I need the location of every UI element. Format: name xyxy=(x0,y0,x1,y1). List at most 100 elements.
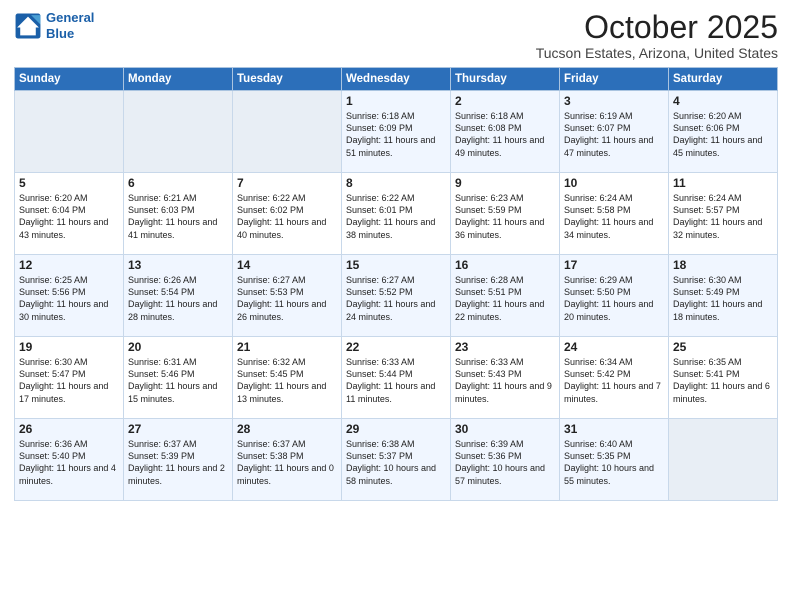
calendar-cell xyxy=(124,91,233,173)
calendar-cell: 29 Sunrise: 6:38 AM Sunset: 5:37 PM Dayli… xyxy=(342,419,451,501)
cell-info: Sunrise: 6:32 AM Sunset: 5:45 PM Dayligh… xyxy=(237,356,337,405)
calendar-cell: 18Sunrise: 6:30 AM Sunset: 5:49 PM Dayli… xyxy=(669,255,778,337)
cell-info: Sunrise: 6:30 AM Sunset: 5:47 PM Dayligh… xyxy=(19,356,119,405)
day-number: 5 xyxy=(19,176,119,190)
cell-info: Sunrise: 6:20 AM Sunset: 6:04 PM Dayligh… xyxy=(19,192,119,241)
day-number: 20 xyxy=(128,340,228,354)
day-number: 17 xyxy=(564,258,664,272)
calendar-cell: 2Sunrise: 6:18 AM Sunset: 6:08 PM Daylig… xyxy=(451,91,560,173)
day-number: 19 xyxy=(19,340,119,354)
cell-info: Sunrise: 6:31 AM Sunset: 5:46 PM Dayligh… xyxy=(128,356,228,405)
logo: General Blue xyxy=(14,10,94,41)
day-number: 15 xyxy=(346,258,446,272)
month-title: October 2025 xyxy=(536,10,778,45)
day-number: 4 xyxy=(673,94,773,108)
cell-info: Sunrise: 6:22 AM Sunset: 6:02 PM Dayligh… xyxy=(237,192,337,241)
day-number: 16 xyxy=(455,258,555,272)
calendar-cell: 6Sunrise: 6:21 AM Sunset: 6:03 PM Daylig… xyxy=(124,173,233,255)
weekday-header-friday: Friday xyxy=(560,68,669,91)
week-row-1: 1 Sunrise: 6:18 AM Sunset: 6:09 PM Daylig… xyxy=(15,91,778,173)
logo-text-block: General Blue xyxy=(46,10,94,41)
calendar-cell: 20 Sunrise: 6:31 AM Sunset: 5:46 PM Dayli… xyxy=(124,337,233,419)
day-number: 9 xyxy=(455,176,555,190)
calendar-cell: 15 Sunrise: 6:27 AM Sunset: 5:52 PM Dayli… xyxy=(342,255,451,337)
calendar-container: General Blue October 2025 Tucson Estates… xyxy=(0,0,792,509)
calendar-cell: 3Sunrise: 6:19 AM Sunset: 6:07 PM Daylig… xyxy=(560,91,669,173)
calendar-cell: 31 Sunrise: 6:40 AM Sunset: 5:35 PM Dayli… xyxy=(560,419,669,501)
calendar-table: SundayMondayTuesdayWednesdayThursdayFrid… xyxy=(14,67,778,501)
calendar-cell: 25Sunrise: 6:35 AM Sunset: 5:41 PM Dayli… xyxy=(669,337,778,419)
weekday-header-thursday: Thursday xyxy=(451,68,560,91)
day-number: 3 xyxy=(564,94,664,108)
cell-info: Sunrise: 6:23 AM Sunset: 5:59 PM Dayligh… xyxy=(455,192,555,241)
cell-info: Sunrise: 6:30 AM Sunset: 5:49 PM Dayligh… xyxy=(673,274,773,323)
calendar-cell: 23 Sunrise: 6:33 AM Sunset: 5:43 PM Dayli… xyxy=(451,337,560,419)
day-number: 13 xyxy=(128,258,228,272)
day-number: 14 xyxy=(237,258,337,272)
cell-info: Sunrise: 6:22 AM Sunset: 6:01 PM Dayligh… xyxy=(346,192,446,241)
cell-info: Sunrise: 6:20 AM Sunset: 6:06 PM Dayligh… xyxy=(673,110,773,159)
weekday-header-sunday: Sunday xyxy=(15,68,124,91)
calendar-cell: 1 Sunrise: 6:18 AM Sunset: 6:09 PM Daylig… xyxy=(342,91,451,173)
day-number: 1 xyxy=(346,94,446,108)
cell-info: Sunrise: 6:18 AM Sunset: 6:09 PM Dayligh… xyxy=(346,110,446,159)
week-row-3: 12 Sunrise: 6:25 AM Sunset: 5:56 PM Dayli… xyxy=(15,255,778,337)
title-block: October 2025 Tucson Estates, Arizona, Un… xyxy=(536,10,778,61)
calendar-cell: 8 Sunrise: 6:22 AM Sunset: 6:01 PM Daylig… xyxy=(342,173,451,255)
calendar-cell: 24Sunrise: 6:34 AM Sunset: 5:42 PM Dayli… xyxy=(560,337,669,419)
week-row-2: 5 Sunrise: 6:20 AM Sunset: 6:04 PM Daylig… xyxy=(15,173,778,255)
cell-info: Sunrise: 6:34 AM Sunset: 5:42 PM Dayligh… xyxy=(564,356,664,405)
weekday-header-saturday: Saturday xyxy=(669,68,778,91)
cell-info: Sunrise: 6:33 AM Sunset: 5:43 PM Dayligh… xyxy=(455,356,555,405)
day-number: 8 xyxy=(346,176,446,190)
calendar-cell: 4 Sunrise: 6:20 AM Sunset: 6:06 PM Daylig… xyxy=(669,91,778,173)
calendar-cell: 5 Sunrise: 6:20 AM Sunset: 6:04 PM Daylig… xyxy=(15,173,124,255)
calendar-cell: 30 Sunrise: 6:39 AM Sunset: 5:36 PM Dayli… xyxy=(451,419,560,501)
day-number: 27 xyxy=(128,422,228,436)
day-number: 29 xyxy=(346,422,446,436)
cell-info: Sunrise: 6:38 AM Sunset: 5:37 PM Dayligh… xyxy=(346,438,446,487)
calendar-cell: 14Sunrise: 6:27 AM Sunset: 5:53 PM Dayli… xyxy=(233,255,342,337)
calendar-cell xyxy=(15,91,124,173)
calendar-cell: 28Sunrise: 6:37 AM Sunset: 5:38 PM Dayli… xyxy=(233,419,342,501)
header: General Blue October 2025 Tucson Estates… xyxy=(14,10,778,61)
calendar-cell: 19 Sunrise: 6:30 AM Sunset: 5:47 PM Dayli… xyxy=(15,337,124,419)
calendar-cell: 13 Sunrise: 6:26 AM Sunset: 5:54 PM Dayli… xyxy=(124,255,233,337)
logo-general: General xyxy=(46,10,94,26)
cell-info: Sunrise: 6:21 AM Sunset: 6:03 PM Dayligh… xyxy=(128,192,228,241)
calendar-cell xyxy=(669,419,778,501)
cell-info: Sunrise: 6:40 AM Sunset: 5:35 PM Dayligh… xyxy=(564,438,664,487)
cell-info: Sunrise: 6:36 AM Sunset: 5:40 PM Dayligh… xyxy=(19,438,119,487)
day-number: 12 xyxy=(19,258,119,272)
day-number: 25 xyxy=(673,340,773,354)
day-number: 30 xyxy=(455,422,555,436)
day-number: 2 xyxy=(455,94,555,108)
calendar-cell: 12 Sunrise: 6:25 AM Sunset: 5:56 PM Dayli… xyxy=(15,255,124,337)
calendar-cell: 9 Sunrise: 6:23 AM Sunset: 5:59 PM Daylig… xyxy=(451,173,560,255)
logo-blue: Blue xyxy=(46,26,94,42)
day-number: 23 xyxy=(455,340,555,354)
calendar-cell: 11Sunrise: 6:24 AM Sunset: 5:57 PM Dayli… xyxy=(669,173,778,255)
weekday-header-tuesday: Tuesday xyxy=(233,68,342,91)
calendar-cell: 27 Sunrise: 6:37 AM Sunset: 5:39 PM Dayli… xyxy=(124,419,233,501)
cell-info: Sunrise: 6:37 AM Sunset: 5:38 PM Dayligh… xyxy=(237,438,337,487)
calendar-cell: 7Sunrise: 6:22 AM Sunset: 6:02 PM Daylig… xyxy=(233,173,342,255)
cell-info: Sunrise: 6:27 AM Sunset: 5:52 PM Dayligh… xyxy=(346,274,446,323)
calendar-cell: 16Sunrise: 6:28 AM Sunset: 5:51 PM Dayli… xyxy=(451,255,560,337)
day-number: 22 xyxy=(346,340,446,354)
calendar-header: SundayMondayTuesdayWednesdayThursdayFrid… xyxy=(15,68,778,91)
weekday-header-monday: Monday xyxy=(124,68,233,91)
day-number: 31 xyxy=(564,422,664,436)
weekday-header-wednesday: Wednesday xyxy=(342,68,451,91)
calendar-cell: 17Sunrise: 6:29 AM Sunset: 5:50 PM Dayli… xyxy=(560,255,669,337)
day-number: 26 xyxy=(19,422,119,436)
cell-info: Sunrise: 6:26 AM Sunset: 5:54 PM Dayligh… xyxy=(128,274,228,323)
cell-info: Sunrise: 6:37 AM Sunset: 5:39 PM Dayligh… xyxy=(128,438,228,487)
calendar-cell: 22 Sunrise: 6:33 AM Sunset: 5:44 PM Dayli… xyxy=(342,337,451,419)
cell-info: Sunrise: 6:39 AM Sunset: 5:36 PM Dayligh… xyxy=(455,438,555,487)
cell-info: Sunrise: 6:33 AM Sunset: 5:44 PM Dayligh… xyxy=(346,356,446,405)
day-number: 10 xyxy=(564,176,664,190)
calendar-cell: 10Sunrise: 6:24 AM Sunset: 5:58 PM Dayli… xyxy=(560,173,669,255)
calendar-cell: 26 Sunrise: 6:36 AM Sunset: 5:40 PM Dayli… xyxy=(15,419,124,501)
cell-info: Sunrise: 6:25 AM Sunset: 5:56 PM Dayligh… xyxy=(19,274,119,323)
